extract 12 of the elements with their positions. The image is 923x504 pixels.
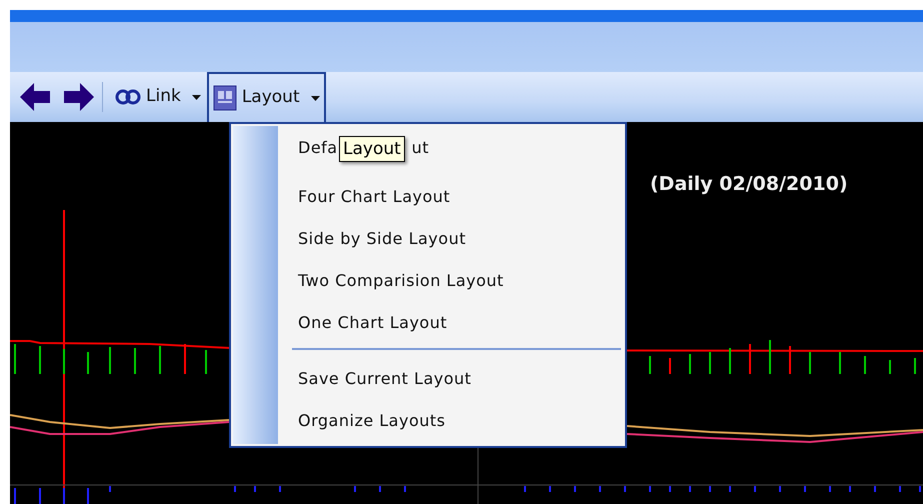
menu-item[interactable]: One Chart Layout — [278, 302, 448, 344]
layout-button[interactable]: Layout — [206, 72, 326, 122]
link-button[interactable]: Link — [111, 77, 205, 117]
menu-item-text[interactable]: ut — [412, 138, 430, 157]
tooltip: Layout — [339, 136, 405, 162]
menu-item[interactable]: Organize Layouts — [278, 400, 446, 442]
menu-item[interactable]: Two Comparision Layout — [278, 260, 504, 302]
menu-item[interactable]: Four Chart Layout — [278, 176, 450, 218]
chart-title: (Daily 02/08/2010) — [650, 172, 848, 197]
menu-item-text[interactable]: Defa — [298, 138, 338, 157]
menu-item[interactable]: Side by Side Layout — [278, 218, 466, 260]
menu-item[interactable]: Save Current Layout — [278, 358, 472, 400]
